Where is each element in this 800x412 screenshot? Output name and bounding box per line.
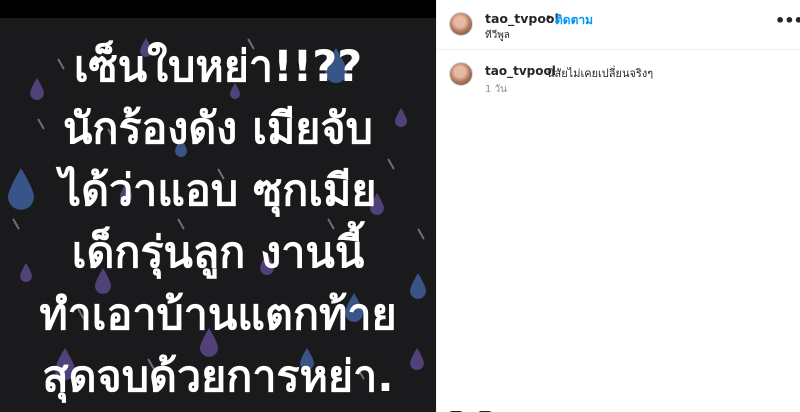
instagram-post: เซ็นใบหย่า!!?? นักร้องดัง เมียจับ ได้ว่า… [0, 0, 800, 412]
location-link[interactable]: ทีวีพูล [485, 28, 510, 43]
comment-text: นิสัยไม่เคยเปลี่ยนจริงๆ [547, 67, 654, 80]
separator-dot: • [545, 11, 553, 25]
caption-line: สุดจบด้วยการหย่า. [42, 352, 394, 402]
caption-comment: tao_tvpool นิสัยไม่เคยเปลี่ยนจริงๆ 1 วัน [437, 60, 800, 100]
avatar[interactable] [449, 62, 473, 86]
comment-username[interactable]: tao_tvpool [485, 64, 556, 78]
caption-line: ทำเอาบ้านแตกท้าย [39, 290, 397, 340]
follow-button[interactable]: ติดตาม [555, 11, 593, 30]
caption-line: เซ็นใบหย่า!!?? [73, 42, 363, 92]
caption-line: ได้ว่าแอบ ซุกเมีย [59, 166, 377, 216]
post-side-panel: tao_tvpool • ติดตาม ทีวีพูล ••• tao_tvpo… [436, 0, 800, 412]
caption-line: เด็กรุ่นลูก งานนี้ [71, 228, 365, 278]
more-horizontal-icon[interactable]: ••• [775, 11, 800, 30]
media-caption: เซ็นใบหย่า!!?? นักร้องดัง เมียจับ ได้ว่า… [0, 36, 436, 408]
comment-timestamp[interactable]: 1 วัน [485, 82, 507, 97]
post-media[interactable]: เซ็นใบหย่า!!?? นักร้องดัง เมียจับ ได้ว่า… [0, 0, 436, 412]
caption-line: นักร้องดัง เมียจับ [63, 104, 373, 154]
post-header: tao_tvpool • ติดตาม ทีวีพูล ••• [437, 0, 800, 50]
media-top-bar [0, 0, 436, 18]
avatar[interactable] [449, 12, 473, 36]
action-icons [449, 404, 509, 412]
